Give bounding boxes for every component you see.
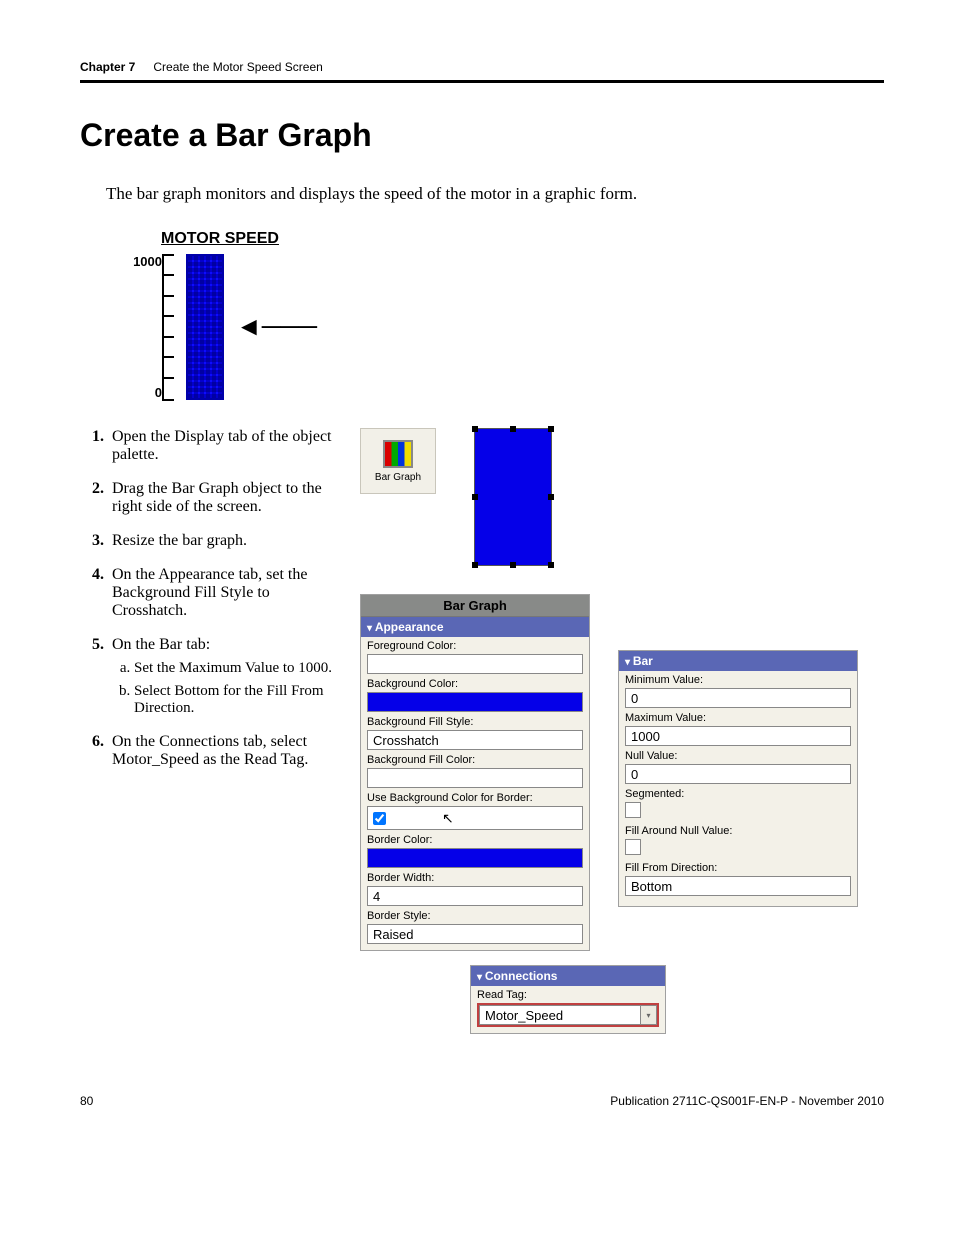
segmented-checkbox[interactable] [625, 802, 641, 818]
step-5a: Set the Maximum Value to 1000. [134, 660, 340, 677]
background-fill-color-swatch[interactable] [367, 768, 583, 788]
read-tag-input[interactable]: Motor_Speed [479, 1005, 641, 1025]
minimum-value-label: Minimum Value: [625, 674, 851, 686]
bar-graph-icon [383, 440, 413, 468]
page-header: Chapter 7 Create the Motor Speed Screen [80, 60, 884, 74]
chapter-number: Chapter 7 [80, 60, 135, 74]
bargraph-illustration: MOTOR SPEED 1000 0 ◄─── [120, 230, 320, 400]
border-color-label: Border Color: [367, 834, 583, 846]
foreground-color-swatch[interactable] [367, 654, 583, 674]
segmented-label: Segmented: [625, 788, 851, 800]
background-fill-style-input[interactable]: Crosshatch [367, 730, 583, 750]
border-style-label: Border Style: [367, 910, 583, 922]
step-3: Resize the bar graph. [108, 532, 340, 550]
null-value-label: Null Value: [625, 750, 851, 762]
cursor-icon: ↖ [442, 810, 454, 827]
use-bg-for-border-checkbox[interactable]: ↖ [367, 806, 583, 830]
panel-title: Bar Graph [361, 595, 589, 617]
null-value-input[interactable]: 0 [625, 764, 851, 784]
border-color-swatch[interactable] [367, 848, 583, 868]
appearance-panel: Bar Graph Appearance Foreground Color: B… [360, 594, 590, 951]
border-width-input[interactable]: 4 [367, 886, 583, 906]
background-color-label: Background Color: [367, 678, 583, 690]
page-footer: 80 Publication 2711C-QS001F-EN-P - Novem… [80, 1094, 884, 1108]
step-4: On the Appearance tab, set the Backgroun… [108, 566, 340, 620]
minimum-value-input[interactable]: 0 [625, 688, 851, 708]
read-tag-dropdown-button[interactable]: ▾ [641, 1005, 657, 1025]
page-number: 80 [80, 1094, 93, 1108]
border-width-label: Border Width: [367, 872, 583, 884]
y-min-label: 0 [120, 385, 162, 400]
bar-graph-palette-item[interactable]: Bar Graph [360, 428, 436, 494]
steps-column: Open the Display tab of the object palet… [80, 428, 340, 785]
step-1: Open the Display tab of the object palet… [108, 428, 340, 464]
connections-section-header[interactable]: Connections [471, 966, 665, 986]
border-style-input[interactable]: Raised [367, 924, 583, 944]
bar-section-header[interactable]: Bar [619, 651, 857, 671]
appearance-section-header[interactable]: Appearance [361, 617, 589, 637]
fill-from-direction-label: Fill From Direction: [625, 862, 851, 874]
maximum-value-label: Maximum Value: [625, 712, 851, 724]
use-bg-for-border-checkbox-input[interactable] [373, 812, 386, 825]
callout-arrow-icon: ◄─── [236, 312, 317, 342]
read-tag-label: Read Tag: [477, 989, 659, 1001]
step-2: Drag the Bar Graph object to the right s… [108, 480, 340, 516]
maximum-value-input[interactable]: 1000 [625, 726, 851, 746]
step-5b: Select Bottom for the Fill From Directio… [134, 683, 340, 717]
bargraph-bar [186, 254, 224, 400]
fill-around-null-checkbox[interactable] [625, 839, 641, 855]
bar-graph-object[interactable] [474, 428, 552, 566]
imagery-column: Bar Graph Bar Graph Appearance [360, 428, 884, 1034]
publication-info: Publication 2711C-QS001F-EN-P - November… [610, 1094, 884, 1108]
bar-panel: Bar Minimum Value: 0 Maximum Value: 1000… [618, 650, 858, 907]
bargraph-title: MOTOR SPEED [120, 230, 320, 248]
y-max-label: 1000 [120, 254, 162, 269]
background-color-swatch[interactable] [367, 692, 583, 712]
y-axis-labels: 1000 0 [120, 254, 162, 400]
section-title: Create a Bar Graph [80, 117, 884, 154]
background-fill-color-label: Background Fill Color: [367, 754, 583, 766]
step-6: On the Connections tab, select Motor_Spe… [108, 733, 340, 769]
palette-item-label: Bar Graph [375, 472, 421, 483]
fill-around-null-label: Fill Around Null Value: [625, 825, 851, 837]
fill-from-direction-input[interactable]: Bottom [625, 876, 851, 896]
use-bg-for-border-label: Use Background Color for Border: [367, 792, 583, 804]
chapter-title: Create the Motor Speed Screen [153, 60, 322, 74]
step-5: On the Bar tab: Set the Maximum Value to… [108, 636, 340, 717]
background-fill-style-label: Background Fill Style: [367, 716, 583, 728]
intro-text: The bar graph monitors and displays the … [106, 184, 884, 204]
foreground-color-label: Foreground Color: [367, 640, 583, 652]
connections-panel: Connections Read Tag: Motor_Speed ▾ [470, 965, 666, 1034]
header-rule [80, 80, 884, 83]
y-axis-ticks [162, 254, 180, 400]
